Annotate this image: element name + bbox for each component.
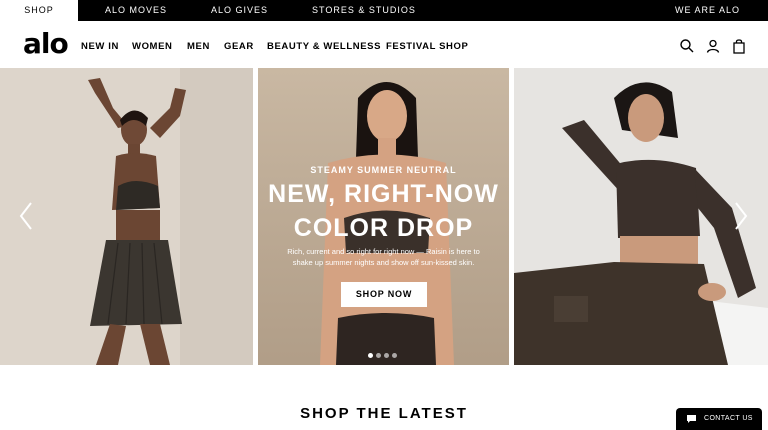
chevron-left-icon[interactable] — [18, 201, 34, 231]
hero-carousel: STEAMY SUMMER NEUTRAL NEW, RIGHT-NOW COL… — [0, 68, 768, 365]
nav-item-festival-shop[interactable]: FESTIVAL SHOP — [386, 41, 468, 53]
shop-the-latest-heading: SHOP THE LATEST — [300, 405, 468, 422]
nav-item-gear[interactable]: GEAR — [224, 41, 254, 53]
hero-eyebrow: STEAMY SUMMER NEUTRAL — [310, 165, 457, 175]
search-icon[interactable] — [679, 38, 695, 54]
tab-alo-moves[interactable]: ALO MOVES — [105, 0, 167, 21]
model-illustration — [514, 68, 768, 365]
hero-copy: STEAMY SUMMER NEUTRAL NEW, RIGHT-NOW COL… — [258, 68, 509, 365]
hero-image-right[interactable] — [514, 68, 768, 365]
tab-alo-gives[interactable]: ALO GIVES — [211, 0, 268, 21]
contact-us-label: CONTACT US — [704, 415, 753, 422]
tab-shop[interactable]: SHOP — [0, 0, 78, 21]
hero-image-left[interactable] — [0, 68, 253, 365]
carousel-dot-3[interactable] — [384, 353, 389, 358]
nav-item-women[interactable]: WOMEN — [132, 41, 172, 53]
brand-logo[interactable]: alo — [23, 29, 69, 59]
carousel-dot-1[interactable] — [368, 353, 373, 358]
hero-headline-line1: NEW, RIGHT-NOW — [268, 180, 499, 208]
tab-stores-studios[interactable]: STORES & STUDIOS — [312, 0, 416, 21]
hero-headline-line2: COLOR DROP — [293, 214, 474, 242]
nav-item-beauty-wellness[interactable]: BEAUTY & WELLNESS — [267, 41, 381, 53]
nav-item-new-in[interactable]: NEW IN — [81, 41, 119, 53]
account-icon[interactable] — [705, 38, 721, 54]
carousel-dots — [368, 353, 400, 359]
chevron-right-icon[interactable] — [733, 201, 749, 231]
hero-subtext: Rich, current and so right for right now… — [287, 247, 480, 267]
contact-us-button[interactable]: CONTACT US — [676, 408, 762, 430]
model-illustration — [0, 68, 253, 365]
shop-now-button[interactable]: SHOP NOW — [341, 282, 427, 307]
carousel-dot-4[interactable] — [392, 353, 397, 358]
shopping-bag-icon[interactable] — [731, 38, 747, 54]
nav-item-men[interactable]: MEN — [187, 41, 210, 53]
chat-bubble-icon — [687, 415, 696, 423]
main-nav: alo NEW IN WOMEN MEN GEAR BEAUTY & WELLN… — [0, 21, 768, 67]
carousel-dot-2[interactable] — [376, 353, 381, 358]
top-utility-bar: SHOP ALO MOVES ALO GIVES STORES & STUDIO… — [0, 0, 768, 21]
we-are-alo-link[interactable]: WE ARE ALO — [675, 0, 740, 21]
